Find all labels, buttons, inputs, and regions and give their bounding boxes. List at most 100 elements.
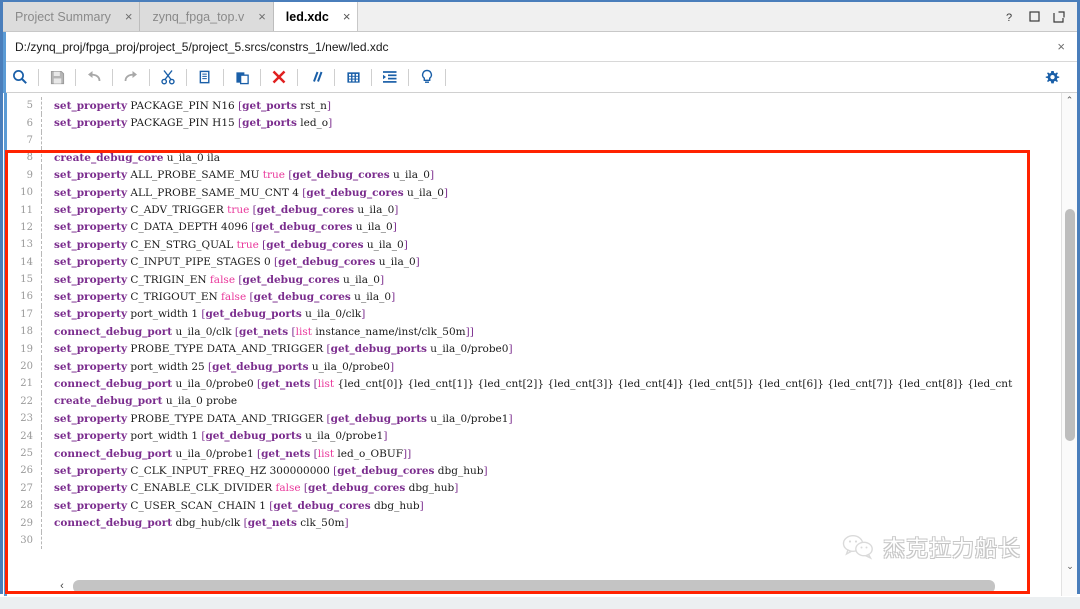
toolbar-separator xyxy=(445,68,446,86)
horizontal-scroll-thumb[interactable] xyxy=(73,579,995,593)
code-line[interactable]: 10 set_property ALL_PROBE_SAME_MU_CNT 4 [… xyxy=(7,183,1061,202)
indent-icon[interactable] xyxy=(377,64,403,90)
code-line-text: create_debug_core u_ila_0 ila xyxy=(50,152,220,164)
code-token: u_ila_0 xyxy=(403,186,444,199)
delete-icon[interactable] xyxy=(266,64,292,90)
code-token: get_debug_ports xyxy=(205,308,302,321)
scroll-left-icon[interactable]: ‹ xyxy=(51,578,73,594)
code-token: rst_n xyxy=(296,99,327,112)
code-text-area[interactable]: 5 set_property PACKAGE_PIN N16 [get_ports… xyxy=(7,93,1061,596)
line-number: 14 xyxy=(20,256,33,268)
code-line[interactable]: 9 set_property ALL_PROBE_SAME_MU true [ge… xyxy=(7,166,1061,184)
path-accent-bar xyxy=(3,31,6,62)
code-line[interactable]: 5 set_property PACKAGE_PIN N16 [get_ports… xyxy=(7,97,1061,115)
code-token: list xyxy=(317,377,335,390)
vertical-scroll-thumb[interactable] xyxy=(1065,209,1075,441)
code-line[interactable]: 16 set_property C_TRIGOUT_EN false [get_d… xyxy=(7,288,1061,306)
code-line-text: set_property PROBE_TYPE DATA_AND_TRIGGER… xyxy=(50,343,513,355)
code-line[interactable]: 18 connect_debug_port u_ila_0/clk [get_ne… xyxy=(7,323,1061,341)
hint-icon[interactable] xyxy=(414,64,440,90)
vertical-scrollbar[interactable]: ⌃ ⌄ xyxy=(1061,93,1077,596)
code-token: connect_debug_port xyxy=(54,447,173,460)
code-line-text: set_property C_CLK_INPUT_FREQ_HZ 3000000… xyxy=(50,465,488,477)
gear-icon[interactable] xyxy=(1039,64,1065,90)
code-token: get_debug_ports xyxy=(330,412,427,425)
code-token: instance_name/inst/clk_50m xyxy=(311,325,466,338)
column-select-icon[interactable] xyxy=(340,64,366,90)
code-token: get_debug_cores xyxy=(255,221,353,234)
copy-icon[interactable] xyxy=(192,64,218,90)
line-number: 17 xyxy=(20,308,33,320)
code-line[interactable]: 29 connect_debug_port dbg_hub/clk [get_ne… xyxy=(7,514,1061,532)
paste-icon[interactable] xyxy=(229,64,255,90)
code-editor[interactable]: 5 set_property PACKAGE_PIN N16 [get_ports… xyxy=(3,93,1077,596)
code-token: u_ila_0/clk xyxy=(301,308,362,321)
toolbar-accent-bar xyxy=(3,61,6,93)
undo-icon[interactable] xyxy=(81,64,107,90)
scroll-down-icon[interactable]: ⌄ xyxy=(1062,559,1078,574)
tab-label: zynq_fpga_top.v xyxy=(152,9,245,24)
tab-close-icon[interactable]: × xyxy=(343,10,351,23)
code-line-text: set_property port_width 1 [get_debug_por… xyxy=(50,308,365,320)
code-token: get_nets xyxy=(239,325,289,338)
toolbar-separator xyxy=(297,68,298,86)
tab-close-icon[interactable]: × xyxy=(258,10,266,23)
code-line[interactable]: 27 set_property C_ENABLE_CLK_DIVIDER fals… xyxy=(7,479,1061,497)
line-number: 25 xyxy=(20,448,33,459)
line-number: 23 xyxy=(20,413,33,425)
find-icon[interactable] xyxy=(7,64,33,90)
code-line-text: set_property ALL_PROBE_SAME_MU_CNT 4 [ge… xyxy=(50,187,448,199)
tab-led-xdc[interactable]: led.xdc × xyxy=(273,2,359,31)
code-token: set_property xyxy=(54,169,128,182)
help-icon[interactable]: ? xyxy=(1002,10,1016,24)
redo-icon[interactable] xyxy=(118,64,144,90)
code-token: get_ports xyxy=(242,99,297,112)
code-token: list xyxy=(317,447,335,460)
code-token: set_property xyxy=(54,430,128,443)
line-number: 18 xyxy=(20,326,33,338)
code-token: get_nets xyxy=(247,517,297,530)
code-line[interactable]: 7 xyxy=(7,131,1061,150)
code-token: set_property xyxy=(54,482,128,495)
code-token: ] xyxy=(344,517,349,530)
code-line[interactable]: 14 set_property C_INPUT_PIPE_STAGES 0 [ge… xyxy=(7,253,1061,271)
float-window-icon[interactable] xyxy=(1052,10,1066,24)
close-icon[interactable]: × xyxy=(1057,39,1077,54)
tab-project-summary[interactable]: Project Summary × xyxy=(3,2,141,31)
code-line[interactable]: 19 set_property PROBE_TYPE DATA_AND_TRIGG… xyxy=(7,340,1061,358)
horizontal-scrollbar[interactable]: ‹ xyxy=(11,576,1045,596)
cut-icon[interactable] xyxy=(155,64,181,90)
code-line[interactable]: 12 set_property C_DATA_DEPTH 4096 [get_de… xyxy=(7,218,1061,237)
code-token: PROBE_TYPE DATA_AND_TRIGGER xyxy=(127,343,327,356)
code-line[interactable]: 15 set_property C_TRIGIN_EN false [get_de… xyxy=(7,270,1061,289)
code-line[interactable]: 21 connect_debug_port u_ila_0/probe0 [get… xyxy=(7,375,1061,393)
code-token: u_ila_0/probe0 xyxy=(426,343,509,356)
horizontal-scroll-track[interactable] xyxy=(73,579,1043,593)
tab-zynq-fpga-top-v[interactable]: zynq_fpga_top.v × xyxy=(140,2,274,31)
code-line[interactable]: 6 set_property PACKAGE_PIN H15 [get_ports… xyxy=(7,114,1061,132)
toolbar-separator xyxy=(186,68,187,86)
code-line[interactable]: 20 set_property port_width 25 [get_debug_… xyxy=(7,357,1061,376)
line-number: 6 xyxy=(26,117,33,129)
toolbar-separator xyxy=(408,68,409,86)
save-icon[interactable] xyxy=(44,64,70,90)
tab-close-icon[interactable]: × xyxy=(125,10,133,23)
code-line[interactable]: 26 set_property C_CLK_INPUT_FREQ_HZ 30000… xyxy=(7,462,1061,480)
code-line[interactable]: 13 set_property C_EN_STRG_QUAL true [get_… xyxy=(7,236,1061,254)
code-line[interactable]: 8 create_debug_core u_ila_0 ila xyxy=(7,149,1061,167)
code-line[interactable]: 23 set_property PROBE_TYPE DATA_AND_TRIGG… xyxy=(7,410,1061,428)
comment-icon[interactable] xyxy=(303,64,329,90)
code-line[interactable]: 24 set_property port_width 1 [get_debug_p… xyxy=(7,427,1061,445)
code-line[interactable]: 17 set_property port_width 1 [get_debug_p… xyxy=(7,305,1061,324)
maximize-icon[interactable] xyxy=(1027,10,1041,24)
code-line[interactable]: 25 connect_debug_port u_ila_0/probe1 [get… xyxy=(7,444,1061,463)
gutter-separator xyxy=(41,236,50,254)
window-controls: ? xyxy=(1002,2,1077,31)
watermark-text: 杰克拉力船长 xyxy=(882,537,1021,562)
code-line[interactable]: 11 set_property C_ADV_TRIGGER true [get_d… xyxy=(7,201,1061,219)
code-line-text: set_property C_EN_STRG_QUAL true [get_de… xyxy=(50,239,408,251)
code-line[interactable]: 22 create_debug_port u_ila_0 probe xyxy=(7,392,1061,411)
gutter-separator xyxy=(41,462,50,480)
scroll-up-icon[interactable]: ⌃ xyxy=(1062,93,1077,108)
code-line[interactable]: 28 set_property C_USER_SCAN_CHAIN 1 [get_… xyxy=(7,496,1061,515)
